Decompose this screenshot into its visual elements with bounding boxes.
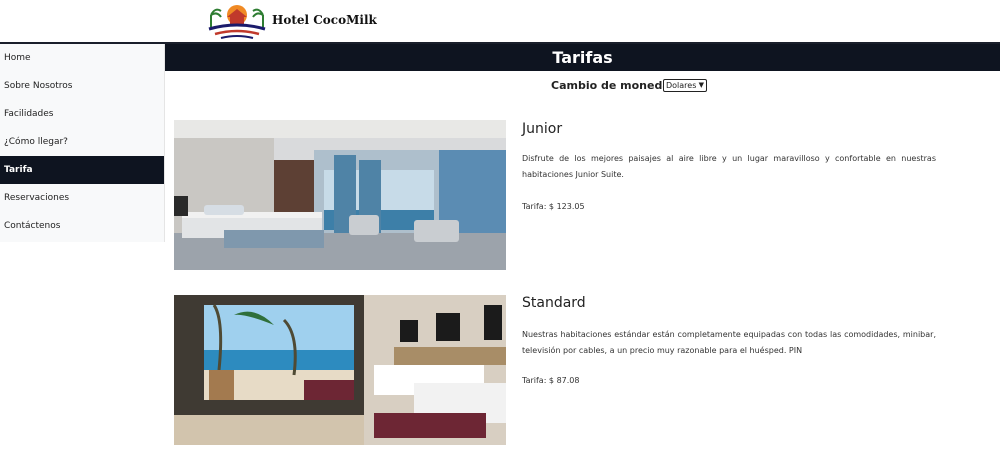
chevron-down-icon: ▼ xyxy=(698,81,704,89)
room-title-standard: Standard xyxy=(522,295,586,311)
sidebar-item-reservaciones[interactable]: Reservaciones xyxy=(0,184,164,212)
top-header: Hotel CocoMilk xyxy=(0,0,1000,43)
room-description-junior: Disfrute de los mejores paisajes al aire… xyxy=(522,154,936,179)
currency-label: Cambio de moneda: xyxy=(551,79,675,92)
room-price-junior: Tarifa: $ 123.05 xyxy=(522,202,585,211)
sidebar-nav: Home Sobre Nosotros Facilidades ¿Cómo ll… xyxy=(0,44,165,242)
sidebar-item-tarifa[interactable]: Tarifa xyxy=(0,156,164,184)
room-description-standard: Nuestras habitaciones estándar están com… xyxy=(522,330,936,355)
page-title: Tarifas xyxy=(165,44,1000,71)
sidebar-item-facilidades[interactable]: Facilidades xyxy=(0,100,164,128)
room-price-standard: Tarifa: $ 87.08 xyxy=(522,376,580,385)
hotel-logo[interactable] xyxy=(205,3,269,39)
sidebar-item-sobre-nosotros[interactable]: Sobre Nosotros xyxy=(0,72,164,100)
room-title-junior: Junior xyxy=(522,121,563,137)
brand-name[interactable]: Hotel CocoMilk xyxy=(272,13,377,27)
currency-selected-value: Dolares xyxy=(666,81,697,90)
sidebar-item-contactenos[interactable]: Contáctenos xyxy=(0,212,164,240)
junior-room-image xyxy=(174,120,506,270)
sidebar-item-home[interactable]: Home xyxy=(0,44,164,72)
standard-room-image xyxy=(174,295,506,445)
currency-select[interactable]: Dolares ▼ xyxy=(663,79,707,92)
sidebar-item-como-llegar[interactable]: ¿Cómo llegar? xyxy=(0,128,164,156)
logo-icon xyxy=(208,5,266,39)
